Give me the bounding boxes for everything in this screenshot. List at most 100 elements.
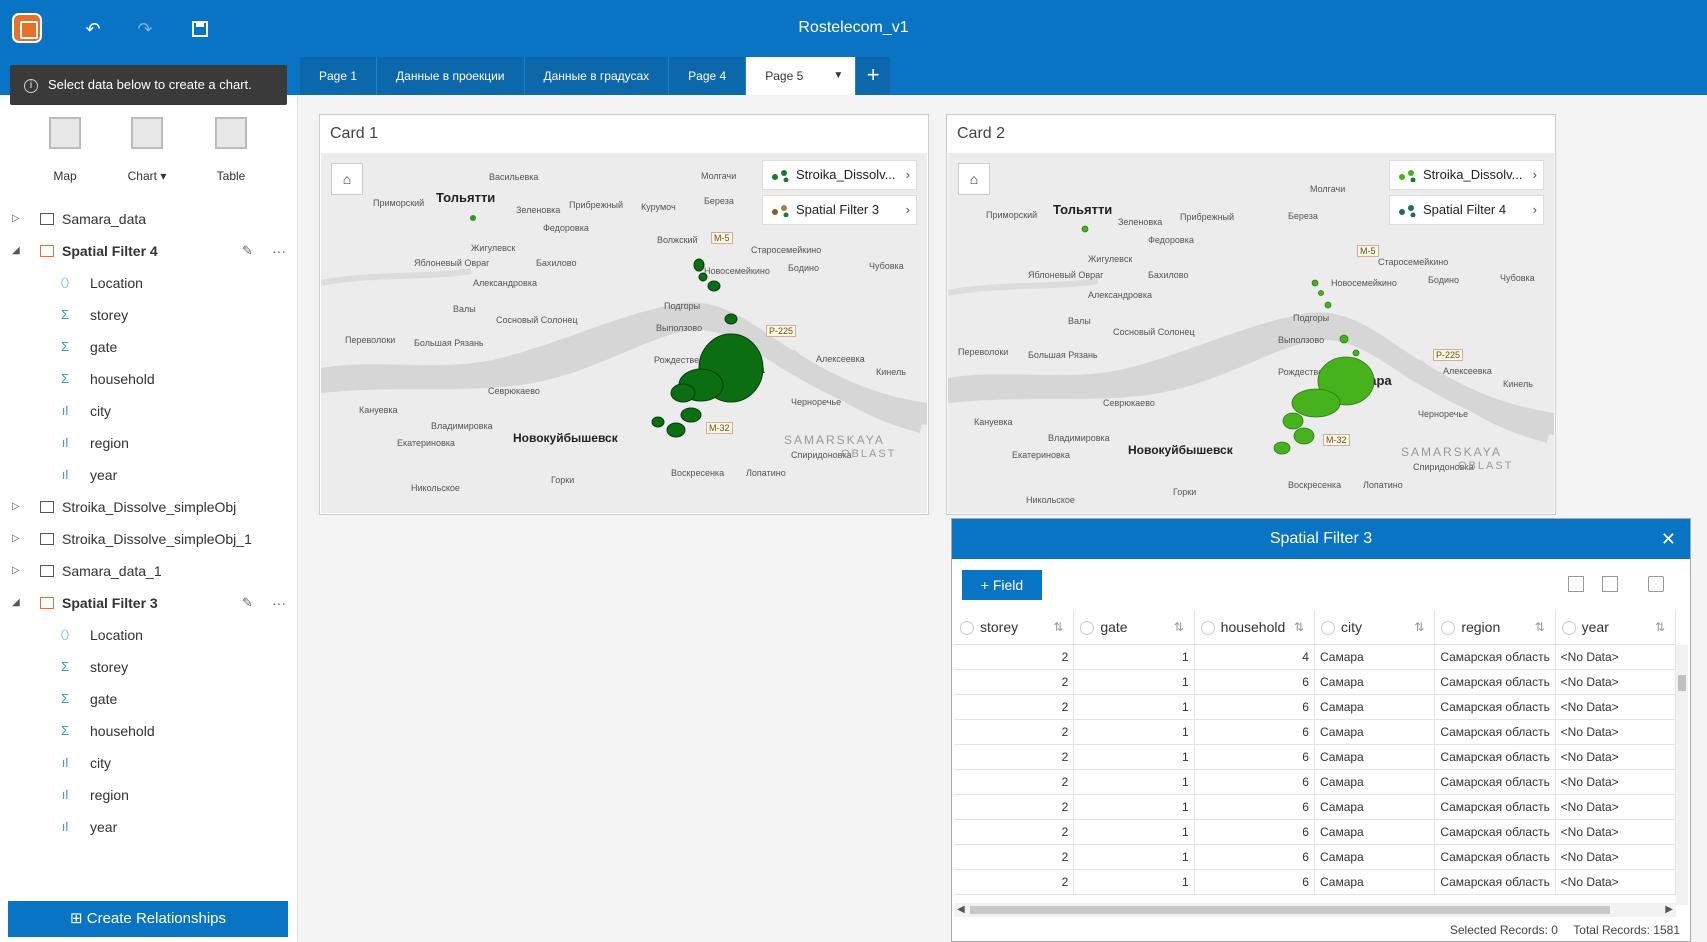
home-icon[interactable]: ⌂ [331, 163, 363, 195]
chevron-right-icon[interactable]: › [1533, 196, 1537, 224]
map-view[interactable]: Тольятти Самара Новокуйбышевск Приморски… [321, 153, 927, 513]
field-city[interactable]: ıl city [0, 395, 298, 427]
column-header-region[interactable]: region ⇅ [1435, 610, 1556, 645]
collapse-icon[interactable]: ◢ [12, 235, 20, 267]
vertical-scrollbar[interactable] [1676, 645, 1688, 905]
map-view[interactable]: Тольятти Самара Новокуйбышевск Приморски… [948, 153, 1554, 513]
table-row[interactable]: 2 1 6 Самара Самарская область <No Data> [954, 695, 1676, 720]
field-year[interactable]: ıl year [0, 811, 298, 843]
show-selected-icon[interactable] [1568, 576, 1584, 592]
scroll-thumb[interactable] [970, 906, 1610, 914]
dataset-spatial-filter-3[interactable]: ◢ Spatial Filter 3 ✎ ··· [0, 587, 298, 619]
tab-page-1[interactable]: Page 1 [300, 57, 378, 95]
tab-page-5[interactable]: Page 5 ▼ [746, 57, 857, 95]
dataset-stroika-dissolve[interactable]: ▷ Stroika_Dissolve_simpleObj [0, 491, 298, 523]
create-relationships-button[interactable]: ⊞ Create Relationships [8, 901, 288, 937]
column-header-year[interactable]: year ⇅ [1556, 610, 1676, 645]
legend-layer-stroika[interactable]: Stroika_Dissolv... › [1389, 160, 1544, 190]
table-row[interactable]: 2 1 6 Самара Самарская область <No Data> [954, 770, 1676, 795]
card-title[interactable]: Card 2 [957, 125, 1005, 143]
field-household[interactable]: Σhousehold [0, 363, 298, 395]
table-row[interactable]: 2 1 4 Самара Самарская область <No Data> [954, 645, 1676, 670]
field-household[interactable]: Σhousehold [0, 715, 298, 747]
tab-page-4[interactable]: Page 4 [669, 57, 747, 95]
table-row[interactable]: 2 1 6 Самара Самарская область <No Data> [954, 845, 1676, 870]
table-row[interactable]: 2 1 6 Самара Самарская область <No Data> [954, 820, 1676, 845]
chevron-right-icon[interactable]: › [906, 196, 910, 224]
chart-button[interactable]: Chart ▾ [112, 117, 182, 183]
dataset-samara-data[interactable]: ▷ Samara_data [0, 203, 298, 235]
panel-header[interactable]: Spatial Filter 3 ✕ [952, 519, 1690, 559]
redo-icon[interactable]: ↷ [132, 16, 158, 42]
horizontal-scrollbar[interactable]: ◀ ▶ [954, 903, 1676, 917]
add-field-button[interactable]: + Field [962, 570, 1042, 600]
column-header-gate[interactable]: gate ⇅ [1074, 610, 1195, 645]
save-icon[interactable] [187, 16, 213, 42]
column-select-icon[interactable] [1561, 621, 1576, 635]
field-region[interactable]: ıl region [0, 427, 298, 459]
close-icon[interactable]: ✕ [1661, 519, 1676, 559]
more-options-icon[interactable]: ··· [272, 235, 286, 267]
field-storey[interactable]: Σstorey [0, 651, 298, 683]
scroll-thumb[interactable] [1678, 675, 1686, 691]
expand-icon[interactable]: ▷ [12, 491, 20, 523]
sort-icon[interactable]: ⇅ [1535, 610, 1545, 645]
chevron-right-icon[interactable]: ▶ [1665, 903, 1673, 917]
home-icon[interactable]: ⌂ [958, 163, 990, 195]
column-header-city[interactable]: city ⇅ [1315, 610, 1436, 645]
pencil-icon[interactable]: ✎ [242, 235, 253, 267]
card-title[interactable]: Card 1 [330, 125, 378, 143]
table-row[interactable]: 2 1 6 Самара Самарская область <No Data> [954, 720, 1676, 745]
field-city[interactable]: ıl city [0, 747, 298, 779]
trash-icon[interactable] [1648, 576, 1664, 592]
add-page-button[interactable]: + [856, 57, 891, 95]
chevron-right-icon[interactable]: › [1533, 161, 1537, 189]
dataset-stroika-dissolve-1[interactable]: ▷ Stroika_Dissolve_simpleObj_1 [0, 523, 298, 555]
collapse-icon[interactable]: ◢ [12, 587, 20, 619]
sort-icon[interactable]: ⇅ [1053, 610, 1063, 645]
sort-icon[interactable]: ⇅ [1414, 610, 1424, 645]
table-row[interactable]: 2 1 6 Самара Самарская область <No Data> [954, 870, 1676, 895]
expand-icon[interactable]: ▷ [12, 555, 20, 587]
table-row[interactable]: 2 1 6 Самара Самарская область <No Data> [954, 745, 1676, 770]
column-header-storey[interactable]: storey ⇅ [954, 610, 1075, 645]
sort-icon[interactable]: ⇅ [1174, 610, 1184, 645]
table-button[interactable]: Table [196, 117, 266, 183]
field-year[interactable]: ıl year [0, 459, 298, 491]
column-select-icon[interactable] [1080, 621, 1095, 635]
column-select-icon[interactable] [1200, 621, 1215, 635]
sort-icon[interactable]: ⇅ [1294, 610, 1304, 645]
dataset-samara-data-1[interactable]: ▷ Samara_data_1 [0, 555, 298, 587]
expand-icon[interactable]: ▷ [12, 203, 20, 235]
field-region[interactable]: ıl region [0, 779, 298, 811]
map-card-2[interactable]: Card 2 Тольятти Самара Новокуйбышевск Пр… [946, 114, 1556, 515]
column-select-icon[interactable] [1441, 621, 1456, 635]
field-gate[interactable]: Σgate [0, 683, 298, 715]
dataset-spatial-filter-4[interactable]: ◢ Spatial Filter 4 ✎ ··· [0, 235, 298, 267]
insights-logo-icon[interactable] [12, 13, 42, 43]
map-card-1[interactable]: Card 1 Тольятти Самара Новокуйбышевск Пр… [319, 114, 929, 515]
table-row[interactable]: 2 1 6 Самара Самарская область <No Data> [954, 670, 1676, 695]
tab-data-projection[interactable]: Данные в проекции [377, 57, 525, 95]
field-location[interactable]: ⬯ Location [0, 619, 298, 651]
more-options-icon[interactable]: ··· [272, 587, 286, 619]
map-button[interactable]: Map [30, 117, 100, 183]
pencil-icon[interactable]: ✎ [242, 587, 253, 619]
field-storey[interactable]: Σstorey [0, 299, 298, 331]
column-header-household[interactable]: household ⇅ [1195, 610, 1315, 645]
legend-layer-stroika[interactable]: Stroika_Dissolv... › [762, 160, 917, 190]
legend-layer-spatial-filter-4[interactable]: Spatial Filter 4 › [1389, 195, 1544, 225]
table-row[interactable]: 2 1 6 Самара Самарская область <No Data> [954, 795, 1676, 820]
sort-icon[interactable]: ⇅ [1655, 610, 1665, 645]
expand-icon[interactable]: ▷ [12, 523, 20, 555]
legend-layer-spatial-filter-3[interactable]: Spatial Filter 3 › [762, 195, 917, 225]
field-gate[interactable]: Σgate [0, 331, 298, 363]
column-select-icon[interactable] [960, 621, 974, 635]
tab-data-degrees[interactable]: Данные в градусах [524, 57, 670, 95]
chevron-right-icon[interactable]: › [906, 161, 910, 189]
field-location[interactable]: ⬯ Location [0, 267, 298, 299]
undo-icon[interactable]: ↶ [80, 16, 106, 42]
column-select-icon[interactable] [1320, 621, 1335, 635]
chevron-down-icon[interactable]: ▼ [833, 57, 843, 95]
selection-icon[interactable] [1602, 576, 1618, 592]
